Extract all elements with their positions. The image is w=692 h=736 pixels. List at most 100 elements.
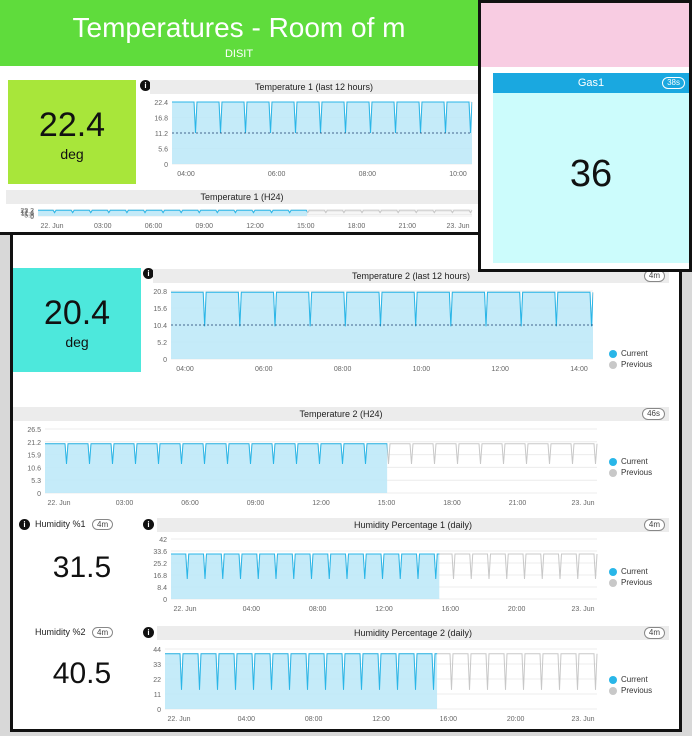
y-tick-label: 22 [153, 677, 161, 684]
y-tick-label: 25.2 [153, 561, 167, 568]
x-tick-label: 22. Jun [174, 606, 197, 613]
y-tick-label: 10.4 [153, 323, 167, 330]
gas-title: Gas1 [577, 77, 605, 89]
y-tick-label: 20.8 [153, 289, 167, 296]
dashboard-subtitle: DISIT [224, 48, 254, 60]
y-tick-label: 0 [37, 491, 41, 498]
humidity-1-widget[interactable]: 31.5 [23, 553, 141, 583]
x-tick-label: 06:00 [145, 223, 163, 230]
info-icon[interactable]: i [143, 519, 154, 530]
y-tick-label: 44 [153, 647, 161, 654]
refresh-badge: 38s [662, 77, 685, 89]
refresh-badge: 4m [92, 519, 114, 530]
y-tick-label: 15.9 [27, 453, 41, 460]
x-tick-label: 12:00 [491, 366, 509, 373]
x-tick-label: 12:00 [312, 500, 330, 507]
chart-title: Humidity Percentage 1 (daily) [353, 520, 473, 530]
chart-legend: Current Previous [609, 349, 652, 371]
x-tick-label: 04:00 [243, 606, 261, 613]
x-tick-label: 03:00 [94, 223, 112, 230]
y-tick-label: 11 [154, 692, 161, 699]
x-tick-label: 10:00 [413, 366, 431, 373]
chart-legend: Current Previous [609, 675, 652, 697]
x-tick-label: 06:00 [255, 366, 273, 373]
humidity-2-label: Humidity %2 4m [35, 627, 114, 638]
x-tick-label: 23. Jun [572, 606, 595, 613]
chart-humidity-2-daily: 44 33 22 11 0 22. Jun 04:00 08:00 12:00 16:00 20:0… [153, 647, 598, 723]
x-tick-label: 16:00 [442, 606, 460, 613]
y-tick-label: 33.6 [153, 549, 167, 556]
x-tick-label: 15:00 [378, 500, 396, 507]
x-tick-label: 09:00 [195, 223, 213, 230]
temperature-1-widget[interactable]: 22.4 deg [8, 80, 136, 184]
refresh-badge: 46s [642, 408, 665, 420]
humidity-2-widget[interactable]: 40.5 [23, 659, 141, 689]
chart-title: Temperature 2 (H24) [299, 409, 383, 419]
temperature-1-value: 22.4 [38, 106, 106, 144]
x-tick-label: 20:00 [507, 716, 525, 723]
chart-header-t1-24: Temperature 1 (H24) [6, 190, 478, 204]
dashboard-title: Temperatures - Room of m [72, 12, 406, 43]
x-tick-label: 08:00 [309, 606, 327, 613]
temperature-2-widget[interactable]: 20.4 deg [13, 268, 141, 372]
x-tick-label: 22. Jun [41, 223, 64, 230]
chart-temperature-1-24h: 23.217.411.65.8022. Jun 03:00 06:00 09:00 12… [20, 208, 473, 230]
x-tick-label: 12:00 [372, 716, 390, 723]
x-tick-label: 18:00 [443, 500, 461, 507]
y-tick-label: 0 [157, 707, 161, 714]
series-current-area [38, 210, 308, 216]
y-tick-label: 15.6 [153, 306, 167, 313]
humidity-2-value: 40.5 [52, 657, 112, 690]
x-tick-label: 08:00 [305, 716, 323, 723]
y-tick-label: 5.6 [158, 147, 168, 154]
chart-header-t1-12: Temperature 1 (last 12 hours) [150, 80, 478, 94]
x-tick-label: 10:00 [449, 171, 467, 178]
legend-dot [609, 349, 617, 358]
y-tick-label: 33 [153, 662, 161, 669]
front-panel: 20.4 deg i Temperature 2 (last 12 hours)… [10, 232, 682, 732]
legend-previous[interactable]: Previous [609, 360, 652, 369]
info-icon[interactable]: i [19, 519, 30, 530]
temperature-2-unit: deg [65, 334, 89, 350]
x-tick-label: 22. Jun [48, 500, 71, 507]
gas-value: 36 [569, 153, 613, 195]
x-tick-label: 16:00 [440, 716, 458, 723]
legend-current[interactable]: Current [609, 567, 652, 576]
legend-dot [609, 686, 617, 695]
gas-header: Gas1 38s [493, 73, 689, 93]
temperature-2-value: 20.4 [43, 294, 111, 332]
x-tick-label: 12:00 [246, 223, 264, 230]
legend-previous[interactable]: Previous [609, 686, 652, 695]
x-tick-label: 03:00 [116, 500, 134, 507]
legend-previous[interactable]: Previous [609, 468, 652, 477]
y-tick-label: 16.8 [154, 116, 168, 123]
legend-dot [609, 468, 617, 477]
legend-current[interactable]: Current [609, 675, 652, 684]
x-tick-label: 22. Jun [168, 716, 191, 723]
legend-current[interactable]: Current [609, 349, 652, 358]
chart-humidity-1-daily: 42 33.6 25.2 16.8 8.4 0 22. Jun 04:00 08:00 12:00… [153, 537, 598, 613]
chart-temperature-2-24h: 26.5 21.2 15.9 10.6 5.3 0 22. Jun 03:00 06:00 09:… [27, 427, 598, 507]
series-current-area [45, 443, 388, 493]
info-icon[interactable]: i [143, 627, 154, 638]
x-tick-label: 20:00 [508, 606, 526, 613]
y-tick-label: 5.2 [157, 340, 167, 347]
legend-previous[interactable]: Previous [609, 578, 652, 587]
x-tick-label: 23. Jun [447, 223, 470, 230]
legend-current[interactable]: Current [609, 457, 652, 466]
x-tick-label: 08:00 [334, 366, 352, 373]
chart-temperature-2-12h: 20.8 15.6 10.4 5.2 0 04:00 06:00 08:00 10:00 12:0… [153, 289, 594, 373]
gas-body[interactable]: 36 [493, 93, 689, 263]
chart-temperature-1-12h: 22.4 16.8 11.2 5.6 0 04:00 06:00 08:00 10:00 [154, 100, 473, 178]
y-tick-label: 8.4 [157, 585, 167, 592]
x-tick-label: 15:00 [297, 223, 315, 230]
legend-dot [609, 578, 617, 587]
y-tick-label: 0 [163, 597, 167, 604]
x-tick-label: 23. Jun [572, 716, 595, 723]
chart-header-t2-24: Temperature 2 (H24) 46s [13, 407, 669, 421]
y-tick-label: 0 [164, 162, 168, 169]
x-tick-label: 14:00 [570, 366, 588, 373]
y-tick-label: 0 [30, 214, 34, 221]
chart-legend: Current Previous [609, 567, 652, 589]
x-tick-label: 09:00 [247, 500, 265, 507]
